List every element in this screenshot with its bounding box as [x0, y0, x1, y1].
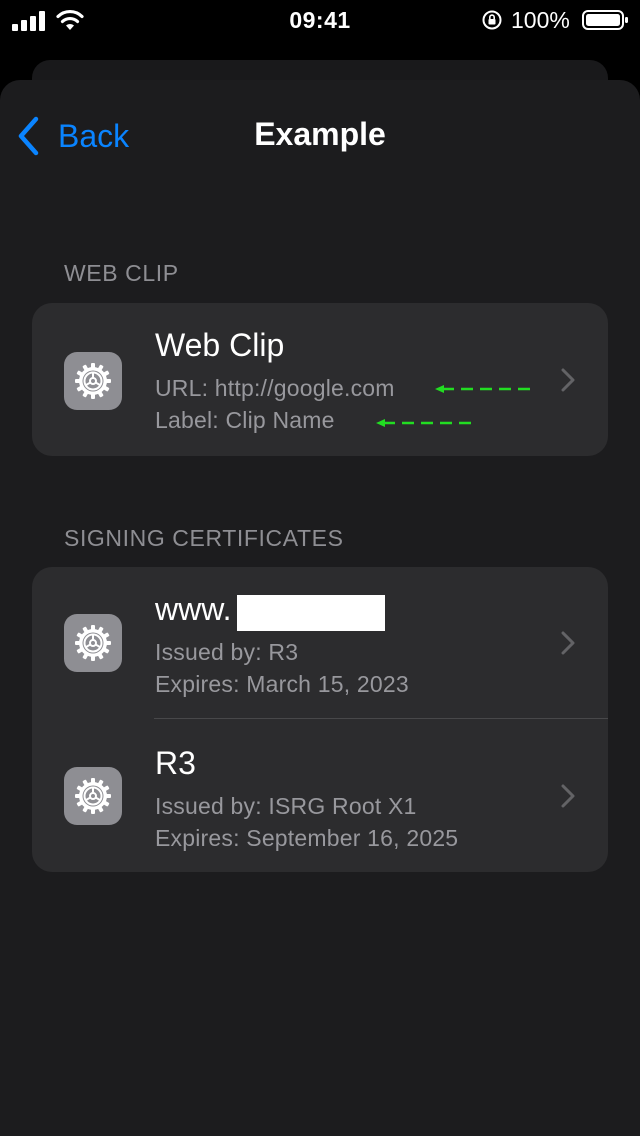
- certificate-expiry: Expires: September 16, 2025: [155, 825, 459, 851]
- web-clip-card: Web Clip URL: http://google.com Label: C…: [32, 303, 608, 456]
- web-clip-label: Label: Clip Name: [155, 407, 335, 433]
- annotation-arrow-icon: [376, 419, 471, 427]
- web-clip-row[interactable]: Web Clip URL: http://google.com Label: C…: [32, 303, 608, 456]
- certificate-row[interactable]: R3 Issued by: ISRG Root X1 Expires: Sept…: [32, 719, 608, 872]
- chevron-right-icon: [561, 368, 575, 392]
- chevron-right-icon: [561, 784, 575, 808]
- certificate-title: www.: [155, 591, 232, 627]
- battery-percent: 100%: [511, 7, 570, 33]
- page-title: Example: [254, 116, 386, 152]
- rotation-lock-icon: [482, 10, 502, 30]
- web-clip-title: Web Clip: [155, 327, 285, 363]
- battery-icon: [582, 10, 628, 30]
- certificate-row[interactable]: www. Issued by: R3 Expires: March 15, 20…: [32, 567, 608, 719]
- certificate-title: R3: [155, 745, 196, 781]
- settings-gear-icon: [64, 767, 122, 825]
- section-header-signing-certificates: SIGNING CERTIFICATES: [64, 525, 344, 551]
- web-clip-url: URL: http://google.com: [155, 375, 395, 401]
- redaction-block: [237, 595, 385, 631]
- chevron-right-icon: [561, 631, 575, 655]
- status-bar: 09:41 100%: [0, 0, 640, 40]
- settings-gear-icon: [64, 352, 122, 410]
- settings-gear-icon: [64, 614, 122, 672]
- certificate-issuer: Issued by: R3: [155, 639, 299, 665]
- section-header-web-clip: WEB CLIP: [64, 260, 179, 286]
- annotation-arrow-icon: [435, 385, 530, 393]
- certificate-issuer: Issued by: ISRG Root X1: [155, 793, 417, 819]
- certificate-expiry: Expires: March 15, 2023: [155, 671, 409, 697]
